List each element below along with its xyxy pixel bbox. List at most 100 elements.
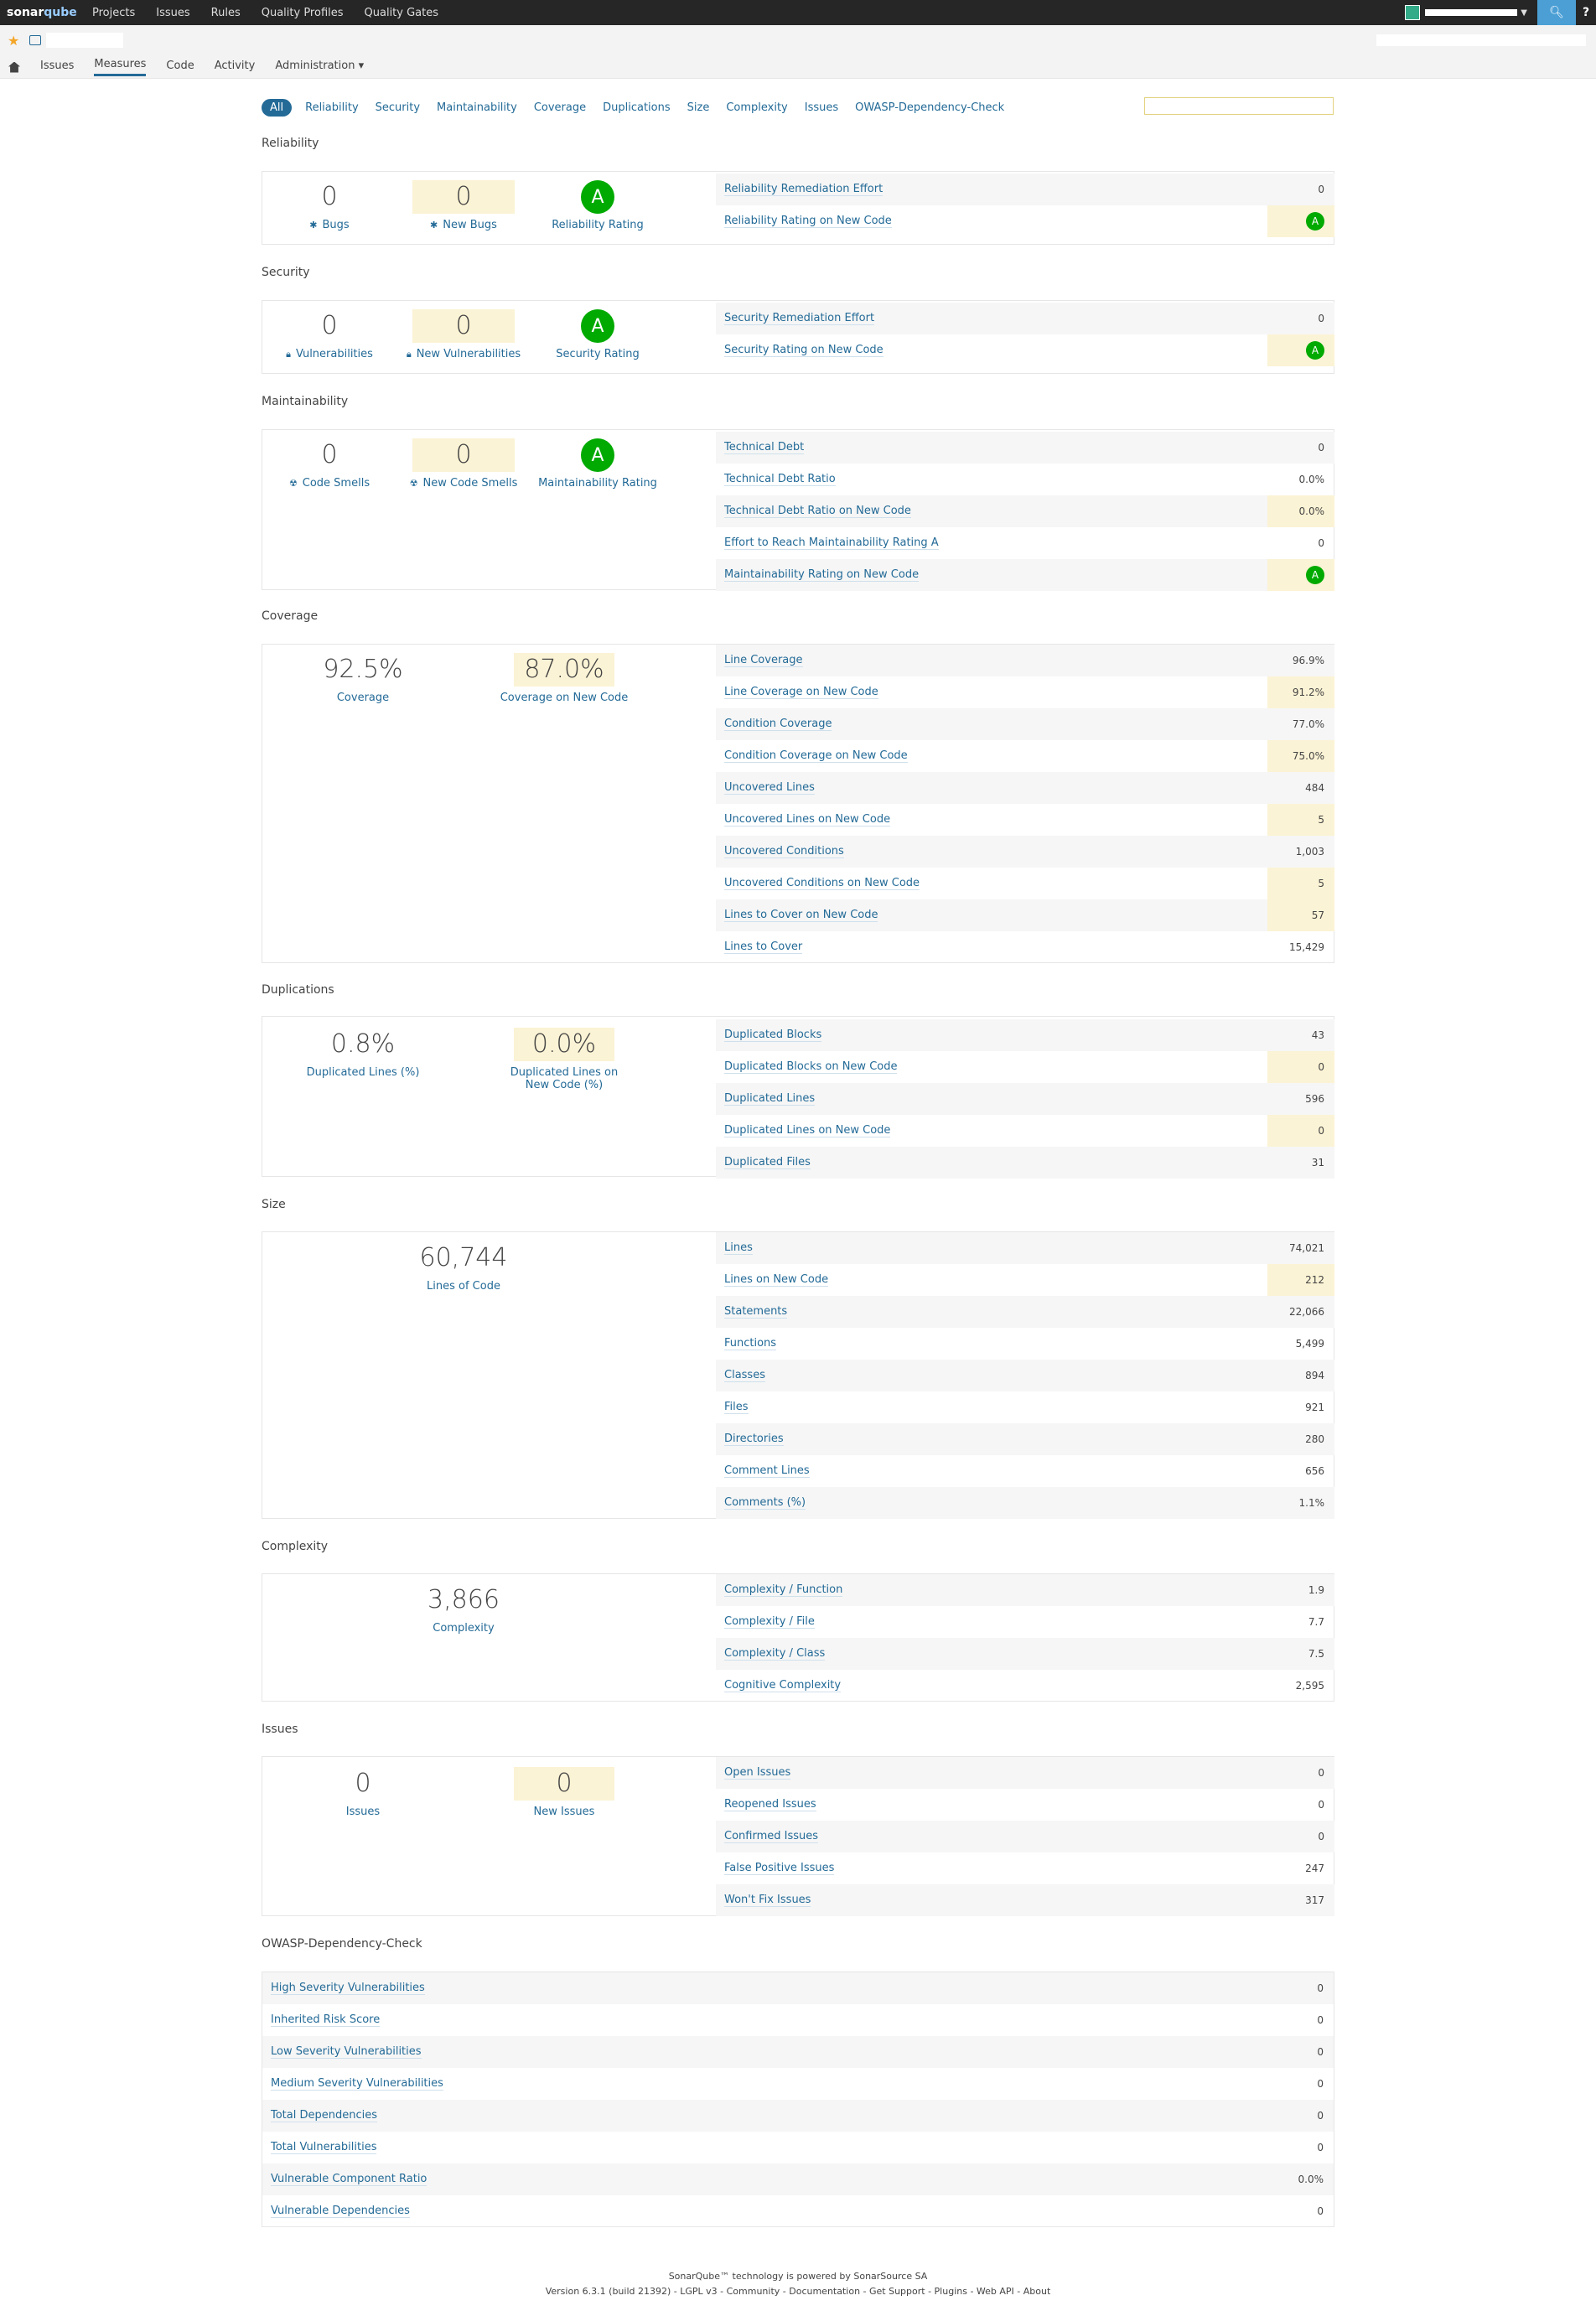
measure-label[interactable]: False Positive Issues [724, 1862, 835, 1875]
measure-label[interactable]: Total Dependencies [271, 2109, 378, 2122]
measure-label[interactable]: Lines [724, 1241, 753, 1255]
measure-label[interactable]: Maintainability Rating on New Code [724, 568, 920, 582]
new-issues-value[interactable]: 0 [514, 1767, 614, 1801]
new-coverage-label[interactable]: Coverage on New Code [500, 692, 629, 704]
security-rating-label[interactable]: Security Rating [556, 348, 639, 360]
measure-label[interactable]: Line Coverage [724, 654, 803, 667]
measure-label[interactable]: Duplicated Blocks [724, 1029, 822, 1042]
measure-label[interactable]: Uncovered Lines [724, 781, 815, 795]
maintainability-rating-badge[interactable]: A [581, 438, 614, 472]
bugs-value[interactable]: 0 [262, 180, 396, 214]
measure-label[interactable]: Uncovered Conditions on New Code [724, 877, 920, 890]
help-button[interactable]: ? [1576, 0, 1596, 25]
sonarqube-logo[interactable]: sonarqube [7, 6, 82, 19]
filter-all[interactable]: All [262, 98, 293, 117]
duplicated-lines-value[interactable]: 0.8% [262, 1028, 464, 1061]
measure-label[interactable]: Complexity / Function [724, 1583, 843, 1597]
filter-security[interactable]: Security [376, 101, 420, 114]
measure-label[interactable]: Functions [724, 1337, 777, 1350]
measure-label[interactable]: Low Severity Vulnerabilities [271, 2045, 422, 2059]
coverage-value[interactable]: 92.5% [262, 653, 464, 687]
tab-administration[interactable]: Administration ▾ [275, 60, 364, 75]
filter-duplications[interactable]: Duplications [603, 101, 671, 114]
complexity-value[interactable]: 3,866 [363, 1583, 564, 1617]
filter-owasp[interactable]: OWASP-Dependency-Check [855, 101, 1004, 114]
measure-label[interactable]: Uncovered Conditions [724, 845, 844, 858]
new-bugs-label[interactable]: New Bugs [443, 219, 497, 231]
measure-label[interactable]: Uncovered Lines on New Code [724, 813, 891, 826]
measure-label[interactable]: Duplicated Files [724, 1156, 811, 1169]
measure-label[interactable]: Reliability Remediation Effort [724, 183, 884, 196]
reliability-rating-label[interactable]: Reliability Rating [552, 219, 644, 231]
measure-label[interactable]: Security Rating on New Code [724, 344, 884, 357]
nav-quality-gates[interactable]: Quality Gates [365, 7, 439, 19]
nav-rules[interactable]: Rules [211, 7, 241, 19]
maintainability-rating-label[interactable]: Maintainability Rating [538, 477, 657, 490]
footer-links[interactable]: Version 6.3.1 (build 21392) - LGPL v3 - … [0, 2284, 1596, 2299]
measure-label[interactable]: Lines to Cover [724, 940, 803, 954]
measure-label[interactable]: Statements [724, 1305, 788, 1319]
new-vulnerabilities-label[interactable]: New Vulnerabilities [417, 348, 521, 360]
lines-of-code-value[interactable]: 60,744 [363, 1241, 564, 1275]
new-duplicated-lines-value[interactable]: 0.0% [514, 1028, 614, 1061]
measure-label[interactable]: Won't Fix Issues [724, 1894, 811, 1907]
new-duplicated-lines-label[interactable]: Duplicated Lines on New Code (%) [510, 1066, 619, 1091]
home-icon[interactable] [8, 61, 20, 73]
measure-label[interactable]: Duplicated Lines [724, 1092, 816, 1106]
measure-label[interactable]: Security Remediation Effort [724, 312, 875, 325]
filter-size[interactable]: Size [687, 101, 710, 114]
filter-coverage[interactable]: Coverage [534, 101, 586, 114]
issues-value[interactable]: 0 [262, 1767, 464, 1801]
new-code-smells-label[interactable]: New Code Smells [423, 477, 518, 490]
measure-label[interactable]: Technical Debt [724, 441, 805, 454]
measure-label[interactable]: Reopened Issues [724, 1798, 816, 1811]
measure-label[interactable]: Condition Coverage [724, 718, 832, 731]
measure-label[interactable]: Complexity / Class [724, 1647, 826, 1661]
tab-measures[interactable]: Measures [94, 58, 147, 76]
lines-of-code-label[interactable]: Lines of Code [427, 1280, 500, 1293]
tab-activity[interactable]: Activity [215, 60, 256, 75]
new-coverage-value[interactable]: 87.0% [514, 653, 614, 687]
measure-label[interactable]: Total Vulnerabilities [271, 2141, 377, 2154]
security-rating-badge[interactable]: A [581, 309, 614, 343]
measure-label[interactable]: Confirmed Issues [724, 1830, 819, 1843]
project-name-redacted[interactable] [46, 33, 123, 48]
measure-label[interactable]: Medium Severity Vulnerabilities [271, 2077, 443, 2091]
measure-label[interactable]: Effort to Reach Maintainability Rating A [724, 536, 939, 550]
tab-code[interactable]: Code [166, 60, 194, 75]
new-vulnerabilities-value[interactable]: 0 [412, 309, 515, 343]
new-code-smells-value[interactable]: 0 [412, 438, 515, 472]
measure-label[interactable]: Condition Coverage on New Code [724, 749, 908, 763]
measure-label[interactable]: Directories [724, 1433, 784, 1446]
code-smells-value[interactable]: 0 [262, 438, 396, 472]
issues-label[interactable]: Issues [346, 1806, 380, 1818]
measure-label[interactable]: Open Issues [724, 1766, 791, 1780]
filter-issues[interactable]: Issues [805, 101, 838, 114]
measure-label[interactable]: High Severity Vulnerabilities [271, 1982, 425, 1995]
measure-search-input[interactable] [1144, 97, 1334, 115]
filter-complexity[interactable]: Complexity [726, 101, 787, 114]
nav-quality-profiles[interactable]: Quality Profiles [262, 7, 344, 19]
measure-label[interactable]: Lines on New Code [724, 1273, 829, 1287]
measure-label[interactable]: Reliability Rating on New Code [724, 215, 892, 228]
measure-label[interactable]: Vulnerable Dependencies [271, 2205, 410, 2218]
measure-label[interactable]: Comments (%) [724, 1496, 806, 1510]
code-smells-label[interactable]: Code Smells [303, 477, 370, 490]
tab-issues[interactable]: Issues [40, 60, 74, 75]
measure-label[interactable]: Comment Lines [724, 1464, 810, 1478]
duplicated-lines-label[interactable]: Duplicated Lines (%) [307, 1066, 420, 1079]
measure-label[interactable]: Inherited Risk Score [271, 2013, 381, 2027]
complexity-label[interactable]: Complexity [433, 1622, 494, 1635]
nav-projects[interactable]: Projects [92, 7, 135, 19]
coverage-label[interactable]: Coverage [337, 692, 389, 704]
vulnerabilities-label[interactable]: Vulnerabilities [296, 348, 373, 360]
measure-label[interactable]: Vulnerable Component Ratio [271, 2173, 428, 2186]
measure-label[interactable]: Complexity / File [724, 1615, 815, 1629]
nav-issues[interactable]: Issues [156, 7, 189, 19]
filter-maintainability[interactable]: Maintainability [437, 101, 517, 114]
bugs-label[interactable]: Bugs [323, 219, 350, 231]
measure-label[interactable]: Technical Debt Ratio [724, 473, 836, 486]
new-issues-label[interactable]: New Issues [534, 1806, 595, 1818]
measure-label[interactable]: Duplicated Lines on New Code [724, 1124, 891, 1137]
favorite-star-icon[interactable]: ★ [8, 33, 19, 49]
